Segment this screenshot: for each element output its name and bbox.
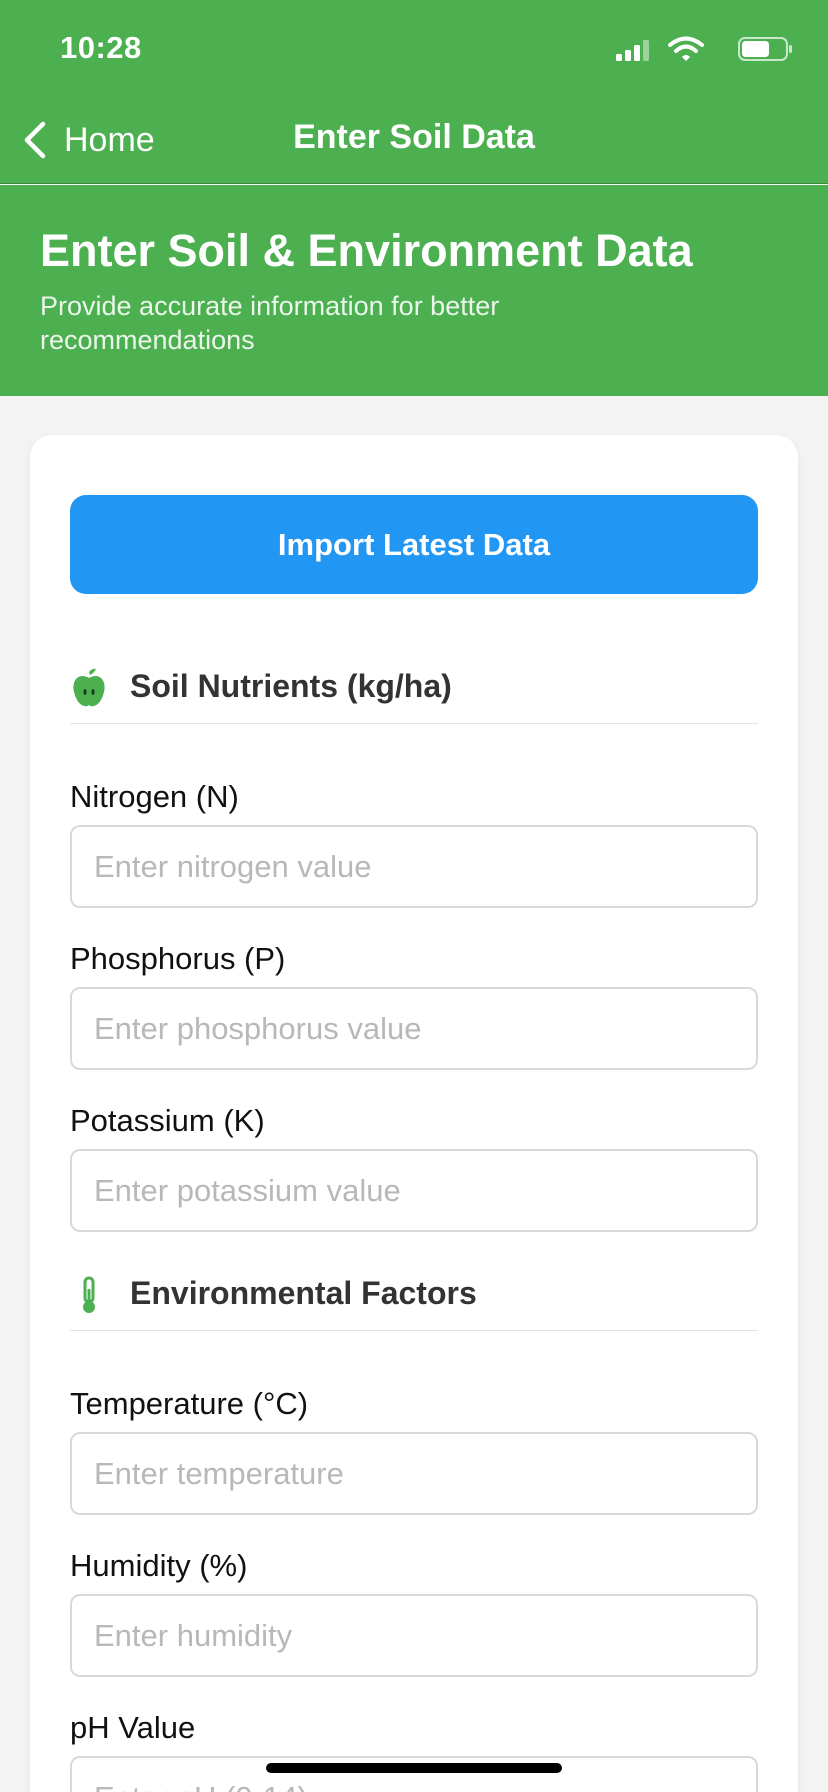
form-card: Import Latest Data Soil Nutrients (kg/ha… xyxy=(30,435,798,1792)
status-icons xyxy=(594,36,794,62)
signal-icon xyxy=(616,40,649,61)
nitrogen-label: Nitrogen (N) xyxy=(70,779,239,814)
ph-label: pH Value xyxy=(70,1710,196,1745)
ph-input[interactable] xyxy=(70,1756,758,1792)
nav-title: Enter Soil Data xyxy=(293,118,535,156)
section-title-soil-nutrients: Soil Nutrients (kg/ha) xyxy=(130,668,452,704)
status-time: 10:28 xyxy=(60,30,142,65)
page-subtitle: Provide accurate information for better … xyxy=(40,291,500,355)
apple-icon xyxy=(73,668,105,707)
section-header-environmental-factors: Environmental Factors xyxy=(70,1261,758,1331)
home-indicator xyxy=(266,1763,562,1773)
section-header-soil-nutrients: Soil Nutrients (kg/ha) xyxy=(70,654,758,724)
phosphorus-input[interactable] xyxy=(70,987,758,1070)
page-title: Enter Soil & Environment Data xyxy=(40,225,693,276)
section-title-environmental-factors: Environmental Factors xyxy=(130,1275,477,1311)
humidity-label: Humidity (%) xyxy=(70,1548,248,1583)
wifi-icon xyxy=(668,36,704,61)
thermometer-icon xyxy=(83,1276,95,1313)
battery-icon xyxy=(738,37,792,61)
header-banner: Enter Soil & Environment Data Provide ac… xyxy=(0,185,828,396)
phosphorus-label: Phosphorus (P) xyxy=(70,941,286,976)
nitrogen-input[interactable] xyxy=(70,825,758,908)
humidity-input[interactable] xyxy=(70,1594,758,1677)
potassium-input[interactable] xyxy=(70,1149,758,1232)
navigation-bar: Home Enter Soil Data xyxy=(0,96,828,184)
temperature-input[interactable] xyxy=(70,1432,758,1515)
import-latest-data-button[interactable]: Import Latest Data xyxy=(70,495,758,594)
status-bar: 10:28 xyxy=(0,0,828,96)
temperature-label: Temperature (°C) xyxy=(70,1386,309,1421)
potassium-label: Potassium (K) xyxy=(70,1103,265,1138)
